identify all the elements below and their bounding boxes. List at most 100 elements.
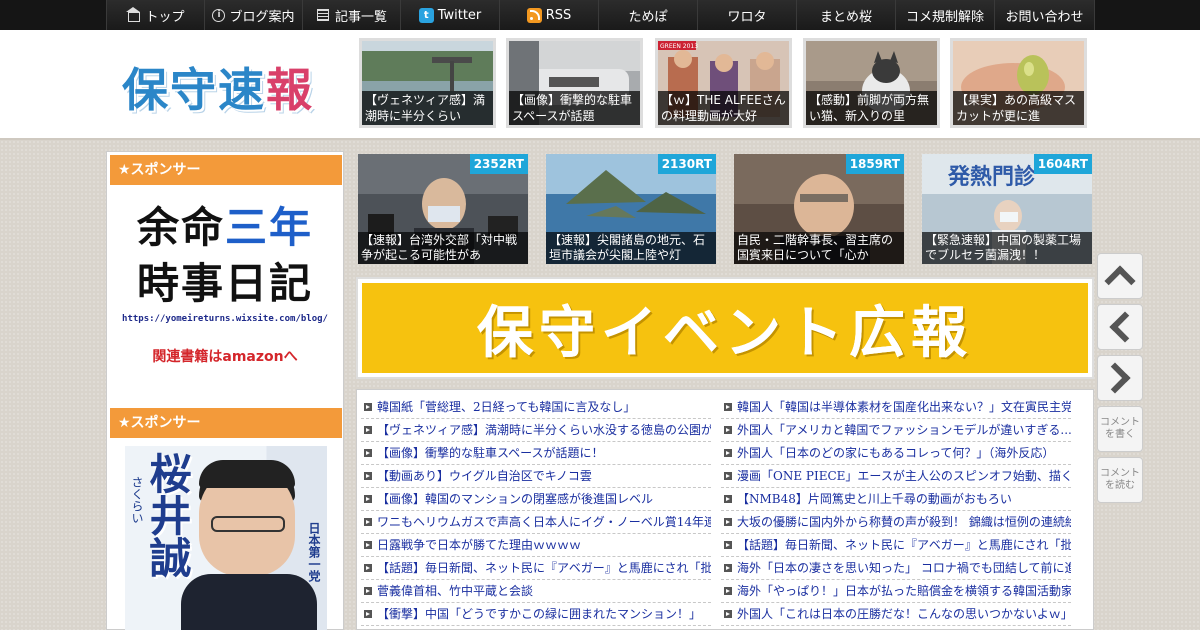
list-item[interactable]: 韓国人「韓国は半導体素材を国産化出来ない？」文在寅民主党 [721, 396, 1071, 419]
list-item[interactable]: 菅義偉首相、竹中平蔵と会談 [361, 580, 711, 603]
header-thumb-1[interactable]: 【ヴェネツィア感】満潮時に半分くらい [359, 38, 496, 128]
chevron-left-icon [1109, 311, 1141, 343]
header-thumb-4[interactable]: 【感動】前脚が両方無い猫、新入りの里 [803, 38, 940, 128]
list-item[interactable]: 【画像】韓国のマンションの閉塞感が後進国レベル [361, 488, 711, 511]
nav-top[interactable]: トップ [106, 0, 204, 30]
left-sidebar: ★スポンサー 余命三年 時事日記 https://yomeireturns.wi… [106, 151, 344, 630]
list-item[interactable]: 海外「日本の凄さを思い知った」 コロナ禍でも団結して前に進 [721, 557, 1071, 580]
sponsor-ad-sakurai[interactable]: さくらい 桜井誠 日本第一党 [125, 446, 327, 630]
site-logo[interactable]: 保守速報 [122, 54, 314, 120]
header-thumb-3[interactable]: GREEN 2013 【ｗ】THE ALFEEさんの料理動画が大好 [655, 38, 792, 128]
ad-yomei-title-1a: 余命 [136, 203, 225, 252]
nav-comment-unblock-label: コメ規制解除 [905, 9, 984, 25]
list-item[interactable]: 漫画「ONE PIECE」エースが主人公のスピンオフ始動、描くの [721, 465, 1071, 488]
list-item[interactable]: 【動画あり】ウイグル自治区でキノコ雲 [361, 465, 711, 488]
site-logo-main: 保守速 [122, 63, 266, 117]
event-banner-text: 保守イベント広報 [477, 300, 973, 366]
ad-yomei-title-1: 余命三年 [119, 200, 331, 256]
ad-yomei-title-1b: 三年 [225, 203, 314, 252]
nav-rss[interactable]: RSS [499, 0, 598, 30]
header-thumb-5-caption: 【果実】あの高級マスカットが更に進 [953, 91, 1084, 125]
ad-portrait-hair-top [199, 460, 295, 488]
next-page-button[interactable] [1097, 355, 1143, 401]
header-thumb-2-caption: 【画像】衝撃的な駐車スペースが話題 [509, 91, 640, 125]
read-comment-label: コメント を読む [1100, 468, 1140, 491]
featured-card-3-caption: 自民・二階幹事長、習主席の国賓来日について「心か [734, 232, 904, 264]
nav-tamepo[interactable]: ためぽ [598, 0, 697, 30]
featured-card-4-caption: 【緊急速報】中国の製薬工場でブルセラ菌漏洩！！ [922, 232, 1092, 264]
site-header: 保守速報 【ヴェネツィア感】満潮時に半分くらい 【画像】衝撃的な駐車スペースが話… [0, 30, 1200, 140]
header-thumb-4-caption: 【感動】前脚が両方無い猫、新入りの里 [806, 91, 937, 125]
featured-card-1-caption: 【速報】台湾外交部「対中戦争が起こる可能性があ [358, 232, 528, 264]
article-list-box: 韓国紙「菅総理、2日経っても韓国に言及なし」 【ヴェネツィア感】満潮時に半分くら… [356, 389, 1094, 630]
nav-warota[interactable]: ワロタ [697, 0, 796, 30]
featured-card-1-rt-count: 2352RT [469, 154, 528, 174]
nav-comment-unblock[interactable]: コメ規制解除 [895, 0, 994, 30]
thumb-badge-text: GREEN 2013 [660, 43, 698, 50]
list-item[interactable]: ワニもヘリウムガスで声高く日本人にイグ・ノーベル賞14年連 [361, 511, 711, 534]
list-item[interactable]: 外国人「アメリカと韓国でファッションモデルが違いすぎる... [721, 419, 1071, 442]
nav-article-list-label: 記事一覧 [334, 9, 387, 25]
list-item[interactable]: 外国人「日本のどの家にもあるコレって何？」（海外反応） [721, 442, 1071, 465]
header-thumb-1-caption: 【ヴェネツィア感】満潮時に半分くらい [362, 91, 493, 125]
nav-blog-guide[interactable]: i ブログ案内 [204, 0, 302, 30]
featured-card-4-rt-count: 1604RT [1033, 154, 1092, 174]
featured-card-3[interactable]: 1859RT 自民・二階幹事長、習主席の国賓来日について「心か [734, 154, 904, 264]
nav-article-list[interactable]: 記事一覧 [302, 0, 400, 30]
ad-portrait-suit [181, 574, 317, 630]
featured-overlay-text: 発熱門診 [947, 164, 1037, 190]
list-item[interactable]: 【話題】毎日新聞、ネット民に『アベガー』と馬鹿にされ「批 [721, 534, 1071, 557]
nav-rss-label: RSS [545, 7, 572, 23]
ad-yomei-url: https://yomeireturns.wixsite.com/blog/ [122, 314, 328, 324]
rss-icon [526, 7, 542, 23]
ad-portrait-glasses [211, 516, 285, 532]
featured-card-3-rt-count: 1859RT [845, 154, 904, 174]
nav-matome-sakura[interactable]: まとめ桜 [796, 0, 895, 30]
featured-card-2[interactable]: 2130RT 【速報】尖閣諸島の地元、石垣市議会が尖閣上陸や灯 [546, 154, 716, 264]
nav-warota-label: ワロタ [727, 9, 767, 25]
nav-matome-sakura-label: まとめ桜 [819, 9, 872, 25]
sponsor-heading-2: ★スポンサー [110, 408, 342, 438]
twitter-icon: t [418, 7, 434, 23]
header-thumb-5[interactable]: 【果実】あの高級マスカットが更に進 [950, 38, 1087, 128]
list-item[interactable]: 日露戦争で日本が勝てた理由ｗｗｗｗ [361, 534, 711, 557]
nav-top-label: トップ [145, 9, 185, 25]
nav-contact-label: お問い合わせ [1005, 9, 1084, 25]
home-icon [125, 6, 141, 23]
top-navigation-bar: トップ i ブログ案内 記事一覧 t Twitter RSS ためぽ ワロタ ま… [0, 0, 1200, 30]
list-item[interactable]: 【ヴェネツィア感】満潮時に半分くらい水没する徳島の公園が [361, 419, 711, 442]
write-comment-label: コメント を書く [1100, 417, 1140, 440]
nav-contact[interactable]: お問い合わせ [994, 0, 1095, 30]
site-logo-accent: 報 [266, 63, 314, 117]
list-item[interactable]: 外国人「これは日本の圧勝だな！こんなの思いつかないよｗ」 [721, 603, 1071, 626]
sponsor-ad-yomei[interactable]: 余命三年 時事日記 https://yomeireturns.wixsite.c… [119, 200, 331, 366]
list-icon [316, 8, 331, 23]
scroll-top-button[interactable] [1097, 253, 1143, 299]
article-list-right: 韓国人「韓国は半導体素材を国産化出来ない？」文在寅民主党 外国人「アメリカと韓国… [721, 396, 1071, 626]
nav-twitter-label: Twitter [437, 7, 482, 23]
list-item[interactable]: 【話題】毎日新聞、ネット民に『アベガー』と馬鹿にされ「批 [361, 557, 711, 580]
ad-sakurai-party: 日本第一党 [307, 522, 321, 582]
chevron-right-icon [1099, 362, 1131, 394]
previous-page-button[interactable] [1097, 304, 1143, 350]
ad-yomei-title-2: 時事日記 [136, 259, 313, 308]
article-list-left: 韓国紙「菅総理、2日経っても韓国に言及なし」 【ヴェネツィア感】満潮時に半分くら… [361, 396, 711, 626]
list-item[interactable]: 韓国紙「菅総理、2日経っても韓国に言及なし」 [361, 396, 711, 419]
nav-twitter[interactable]: t Twitter [400, 0, 499, 30]
header-thumb-3-caption: 【ｗ】THE ALFEEさんの料理動画が大好 [658, 91, 789, 125]
featured-card-1[interactable]: 2352RT 【速報】台湾外交部「対中戦争が起こる可能性があ [358, 154, 528, 264]
write-comment-button[interactable]: コメント を書く [1097, 406, 1143, 452]
list-item[interactable]: 【画像】衝撃的な駐車スペースが話題に！ [361, 442, 711, 465]
sponsor-heading-1: ★スポンサー [110, 155, 342, 185]
featured-card-4[interactable]: 発熱門診 1604RT 【緊急速報】中国の製薬工場でブルセラ菌漏洩！！ [922, 154, 1092, 264]
list-item[interactable]: 【衝撃】中国「どうですかこの緑に囲まれたマンション！」 [361, 603, 711, 626]
ad-yomei-amazon-link[interactable]: 関連書籍はamazonへ [119, 346, 331, 366]
event-banner-background: 保守イベント広報 [362, 283, 1088, 373]
header-thumb-2[interactable]: 【画像】衝撃的な駐車スペースが話題 [506, 38, 643, 128]
info-icon: i [212, 8, 226, 22]
read-comment-button[interactable]: コメント を読む [1097, 457, 1143, 503]
list-item[interactable]: 【NMB48】片岡篤史と川上千尋の動画がおもろい [721, 488, 1071, 511]
list-item[interactable]: 大坂の優勝に国内外から称賛の声が殺到！ 錦織は恒例の連続絵 [721, 511, 1071, 534]
list-item[interactable]: 海外「やっぱり！」日本が払った賠償金を横領する韓国活動家 [721, 580, 1071, 603]
event-banner[interactable]: 保守イベント広報 [356, 277, 1094, 379]
